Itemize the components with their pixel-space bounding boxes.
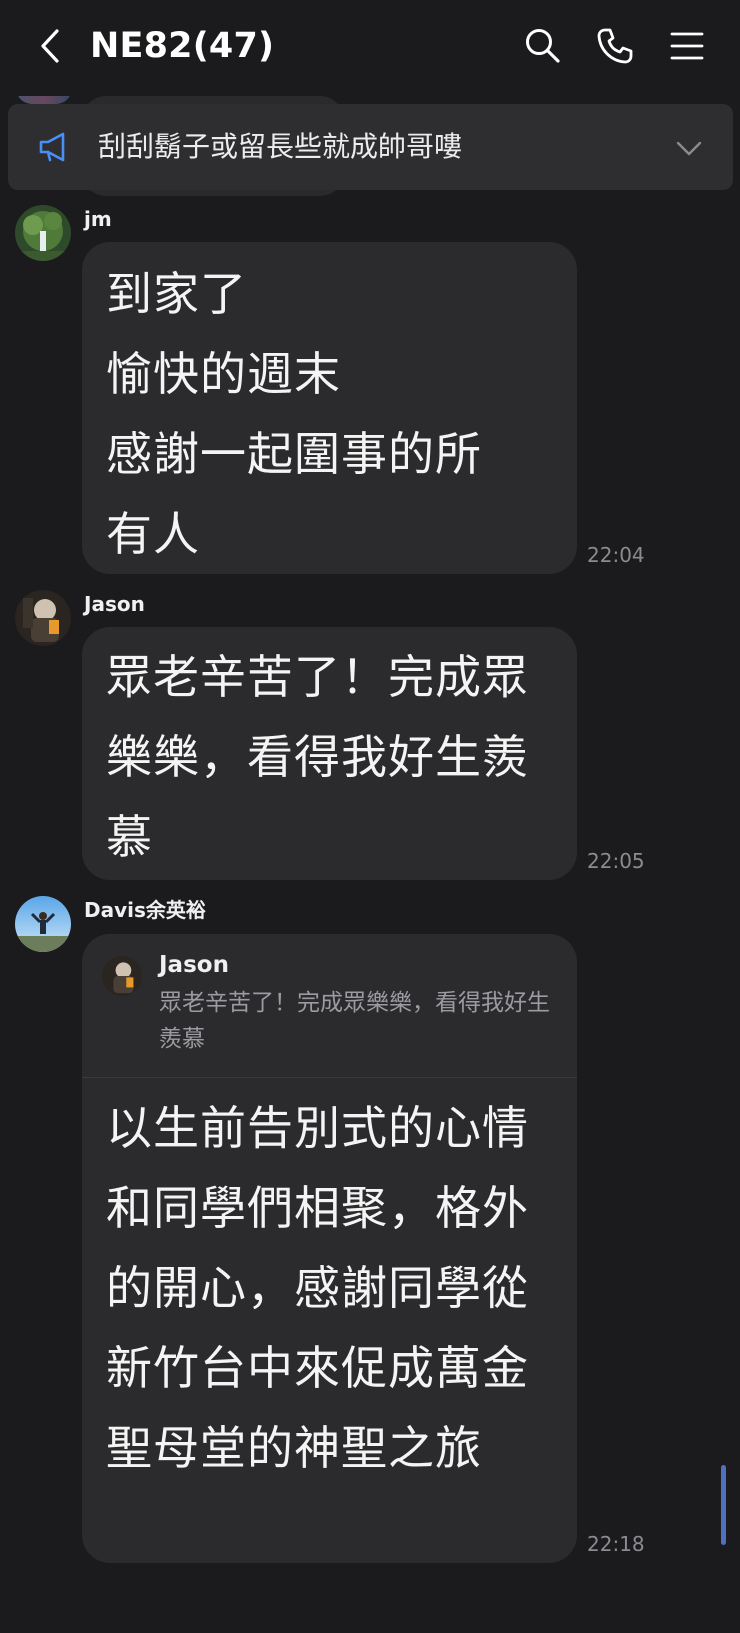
chat-header: NE82(47) [0, 0, 740, 96]
menu-icon [670, 32, 704, 60]
message-text: 眾老辛苦了！完成眾樂樂，看得我好生羨慕 [106, 650, 529, 864]
search-button[interactable] [521, 24, 565, 68]
announcement-bar[interactable]: 刮刮鬍子或留長些就成帥哥嘍 [8, 104, 733, 190]
message-line: 有人 [106, 507, 200, 561]
avatar-davis[interactable] [15, 896, 71, 952]
quote-avatar-jason [102, 956, 142, 996]
message-bubble[interactable]: 眾老辛苦了！完成眾樂樂，看得我好生羨慕 [82, 627, 577, 880]
phone-icon [597, 28, 633, 64]
avatar-jm[interactable] [15, 205, 71, 261]
chat-title[interactable]: NE82(47) [90, 22, 274, 70]
message-timestamp: 22:05 [587, 849, 645, 873]
reply-quote[interactable]: Jason 眾老辛苦了！完成眾樂樂，看得我好生羨慕 [82, 934, 577, 1078]
sender-name: Jason [84, 592, 145, 616]
scrollbar-thumb[interactable] [721, 1465, 726, 1545]
quote-text: 眾老辛苦了！完成眾樂樂，看得我好生羨慕 [159, 990, 550, 1052]
message-text: 以生前告別式的心情和同學們相聚，格外的開心，感謝同學從新竹台中來促成萬金聖母堂的… [106, 1101, 529, 1475]
chevron-down-icon[interactable] [675, 134, 703, 162]
sender-name: Davis余英裕 [84, 898, 206, 922]
call-button[interactable] [593, 24, 637, 68]
back-button[interactable] [30, 26, 70, 66]
message-line: 感謝一起圍事的所 [106, 427, 482, 481]
announcement-text: 刮刮鬍子或留長些就成帥哥嘍 [98, 130, 463, 163]
megaphone-icon [39, 132, 65, 162]
sender-name: jm [84, 207, 112, 231]
message-bubble[interactable]: Jason 眾老辛苦了！完成眾樂樂，看得我好生羨慕 以生前告別式的心情和同學們相… [82, 934, 577, 1563]
quote-sender: Jason [159, 952, 229, 978]
message-line: 愉快的週末 [106, 347, 341, 401]
menu-button[interactable] [665, 24, 709, 68]
message-bubble[interactable]: 到家了 愉快的週末 感謝一起圍事的所 有人 [82, 242, 577, 574]
message-timestamp: 22:04 [587, 543, 645, 567]
message-line: 到家了 [106, 267, 247, 321]
chat-screen: NE82(47) 刮刮鬍子或留長些就成帥哥嘍 jm 到家了 愉快的週末 感謝一起… [0, 0, 740, 1633]
back-icon [41, 29, 59, 63]
message-text: 到家了 愉快的週末 感謝一起圍事的所 有人 [106, 254, 556, 574]
search-icon [526, 29, 560, 63]
message-timestamp: 22:18 [587, 1532, 645, 1556]
avatar-jason[interactable] [15, 590, 71, 646]
